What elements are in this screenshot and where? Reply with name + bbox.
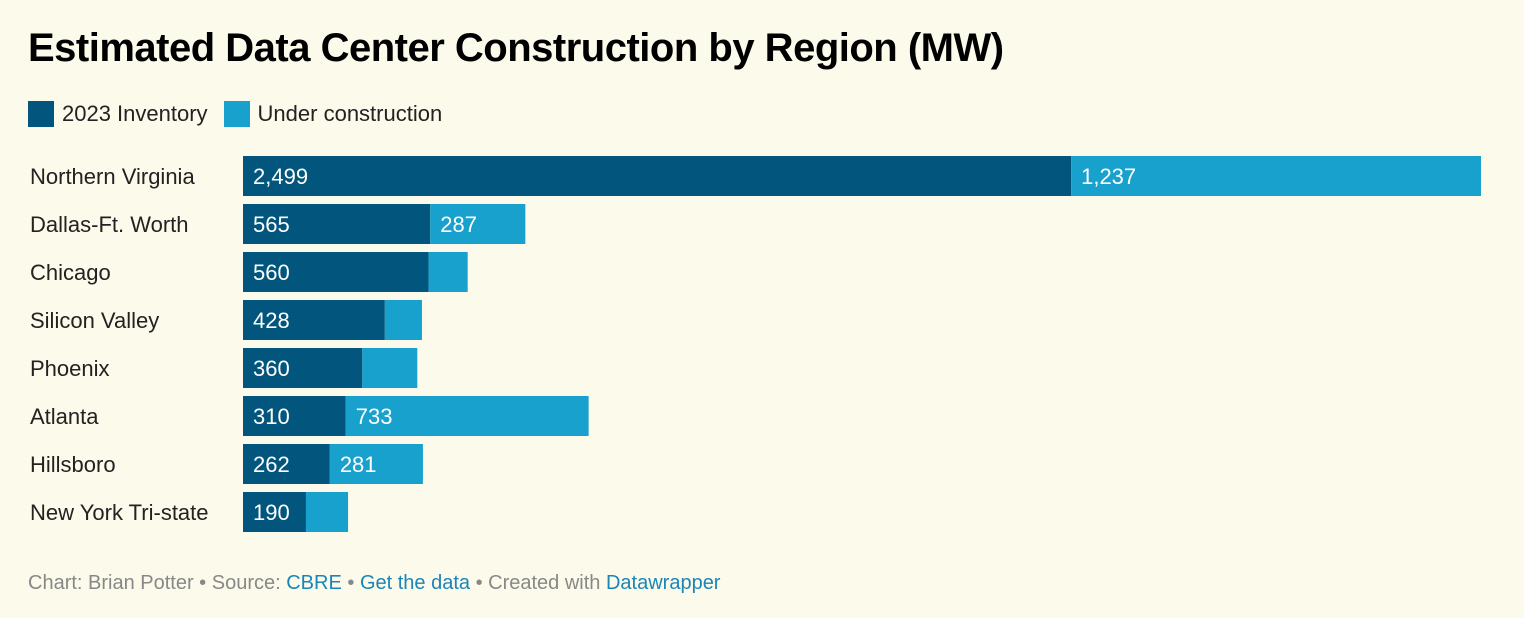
footer: Chart: Brian Potter • Source: CBRE • Get… (28, 572, 720, 595)
data-label-under-construction-atlanta: 733 (356, 404, 393, 429)
data-label-2023-inventory-hillsboro: 262 (253, 452, 290, 477)
bar-under-construction-silicon-valley (384, 300, 422, 340)
bar-under-construction-phoenix (362, 348, 418, 388)
data-label-under-construction-hillsboro: 281 (340, 452, 377, 477)
data-label-under-construction-northern-virginia: 1,237 (1081, 164, 1136, 189)
category-label-silicon-valley: Silicon Valley (30, 308, 159, 333)
category-label-dallas-ft-worth: Dallas-Ft. Worth (30, 212, 189, 237)
footer-created-with: • Created with (470, 572, 606, 594)
footer-separator: • (341, 572, 360, 594)
category-label-phoenix: Phoenix (30, 356, 110, 381)
source-link[interactable]: CBRE (286, 572, 342, 594)
data-label-2023-inventory-new-york-tri-state: 190 (253, 500, 290, 525)
data-label-2023-inventory-dallas-ft-worth: 565 (253, 212, 290, 237)
category-label-atlanta: Atlanta (30, 404, 99, 429)
get-data-link[interactable]: Get the data (360, 572, 470, 594)
category-label-chicago: Chicago (30, 260, 111, 285)
bar-chart: Northern Virginia 2,499 1,237 Dallas-Ft. Wo… (30, 156, 1481, 532)
bar-2023-inventory-northern-virginia (243, 156, 1072, 196)
data-label-under-construction-dallas-ft-worth: 287 (440, 212, 477, 237)
data-label-2023-inventory-northern-virginia: 2,499 (253, 164, 308, 189)
bar-under-construction-new-york-tri-state (305, 492, 349, 532)
category-label-hillsboro: Hillsboro (30, 452, 116, 477)
data-label-2023-inventory-phoenix: 360 (253, 356, 290, 381)
data-label-2023-inventory-atlanta: 310 (253, 404, 290, 429)
footer-credit: Chart: Brian Potter • Source: (28, 572, 287, 594)
data-label-2023-inventory-silicon-valley: 428 (253, 308, 290, 333)
category-label-northern-virginia: Northern Virginia (30, 164, 195, 189)
datawrapper-link[interactable]: Datawrapper (606, 572, 721, 594)
bar-under-construction-chicago (428, 252, 468, 292)
category-label-new-york-tri-state: New York Tri-state (30, 500, 209, 525)
data-label-2023-inventory-chicago: 560 (253, 260, 290, 285)
